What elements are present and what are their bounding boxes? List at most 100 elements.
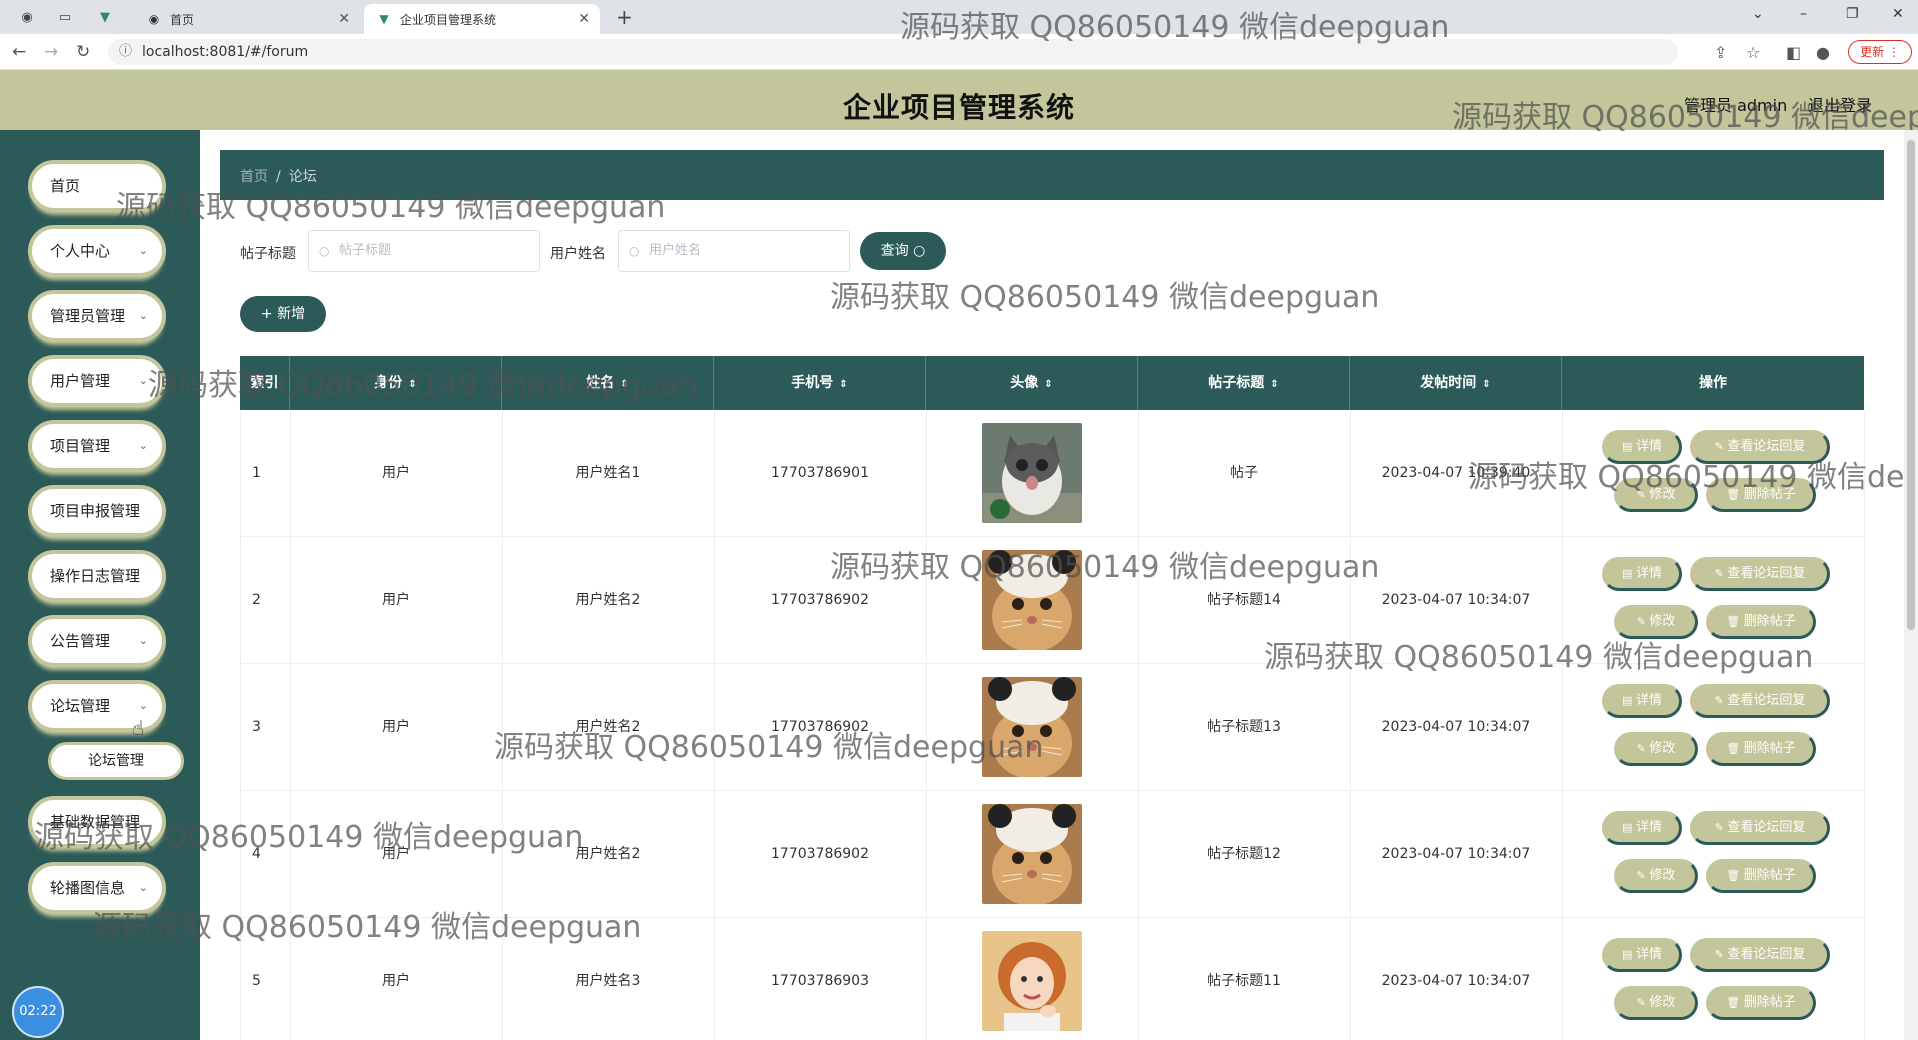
column-name[interactable]: 姓名 ⇕ [502, 356, 714, 410]
tab-list-icon[interactable]: ⌄ [1752, 6, 1764, 22]
clock-widget: 02:22 [12, 986, 64, 1038]
sidebar-item[interactable]: 项目申报管理 [28, 485, 166, 537]
logout-link[interactable]: 退出登录 [1808, 92, 1872, 116]
search-icon: ○ [913, 243, 926, 259]
view-replies-button[interactable]: ✎ 查看论坛回复 [1690, 430, 1830, 464]
sidebar-item[interactable]: 个人中心 ⌄ [28, 225, 166, 277]
share-icon[interactable]: ⇪ [1714, 43, 1727, 62]
delete-post-button[interactable]: 🗑 删除帖子 [1706, 986, 1816, 1020]
edit-icon: ✎ [1714, 694, 1728, 707]
side-panel-icon[interactable]: ◧ [1786, 43, 1801, 62]
profile-icon[interactable]: ● [1816, 43, 1830, 62]
edit-icon: ✎ [1714, 948, 1728, 961]
restore-icon[interactable]: ❐ [1846, 6, 1859, 22]
plus-icon: + [260, 306, 273, 322]
trash-icon: 🗑 [1726, 869, 1744, 882]
detail-button[interactable]: ▤ 详情 [1602, 684, 1682, 718]
edit-button[interactable]: ✎ 修改 [1614, 732, 1698, 766]
delete-post-button[interactable]: 🗑 删除帖子 [1706, 605, 1816, 639]
sort-icon: ⇕ [408, 379, 417, 390]
trash-icon: 🗑 [1726, 488, 1744, 501]
sidebar-item[interactable]: 基础数据管理 [28, 796, 166, 848]
chevron-down-icon: ⌄ [138, 244, 148, 257]
close-icon[interactable]: ✕ [578, 11, 590, 27]
scrollbar-thumb[interactable] [1907, 140, 1915, 630]
reload-icon[interactable]: ↻ [76, 42, 90, 62]
sidebar-item-label: 项目管理 [50, 437, 111, 455]
bookmark-star-icon[interactable]: ☆ [1746, 43, 1760, 62]
add-button[interactable]: + 新增 [240, 296, 326, 332]
breadcrumb-separator: / [276, 169, 281, 185]
breadcrumb-current: 论坛 [288, 169, 317, 185]
cell-phone: 17703786901 [771, 465, 869, 481]
detail-button[interactable]: ▤ 详情 [1602, 430, 1682, 464]
edit-button[interactable]: ✎ 修改 [1614, 478, 1698, 512]
chevron-down-icon: ⌄ [138, 439, 148, 452]
info-icon[interactable]: ⓘ [119, 39, 132, 65]
sidebar-item[interactable]: 轮播图信息 ⌄ [28, 862, 166, 914]
avatar[interactable] [982, 931, 1082, 1031]
sidebar-item[interactable]: 首页 [28, 160, 166, 212]
cell-index: 3 [252, 719, 261, 735]
column-phone[interactable]: 手机号 ⇕ [714, 356, 926, 410]
avatar[interactable] [982, 423, 1082, 523]
avatar[interactable] [982, 677, 1082, 777]
cell-role: 用户 [382, 973, 410, 989]
sidebar-item[interactable]: 管理员管理 ⌄ [28, 290, 166, 342]
sidebar-item[interactable]: 用户管理 ⌄ [28, 355, 166, 407]
avatar[interactable] [982, 804, 1082, 904]
sidebar-item[interactable]: 项目管理 ⌄ [28, 420, 166, 472]
avatar[interactable] [982, 550, 1082, 650]
column-post-time[interactable]: 发帖时间 ⇕ [1350, 356, 1562, 410]
cell-index: 2 [252, 592, 261, 608]
view-replies-button[interactable]: ✎ 查看论坛回复 [1690, 811, 1830, 845]
delete-post-button[interactable]: 🗑 删除帖子 [1706, 732, 1816, 766]
minimize-icon[interactable]: – [1800, 6, 1807, 22]
vue-icon[interactable]: ▼ [96, 8, 114, 26]
delete-post-button[interactable]: 🗑 删除帖子 [1706, 478, 1816, 512]
detail-button[interactable]: ▤ 详情 [1602, 811, 1682, 845]
column-avatar[interactable]: 头像 ⇕ [926, 356, 1138, 410]
new-tab-icon[interactable]: + [616, 5, 633, 29]
back-icon[interactable]: ← [12, 42, 26, 62]
edit-button[interactable]: ✎ 修改 [1614, 605, 1698, 639]
user-name-placeholder: 用户姓名 [649, 243, 702, 258]
table-gridline [1562, 410, 1563, 1040]
edit-button[interactable]: ✎ 修改 [1614, 859, 1698, 893]
globe-icon: ◉ [148, 12, 160, 26]
column-post-title[interactable]: 帖子标题 ⇕ [1138, 356, 1350, 410]
detail-button[interactable]: ▤ 详情 [1602, 938, 1682, 972]
view-replies-button[interactable]: ✎ 查看论坛回复 [1690, 684, 1830, 718]
breadcrumb-home[interactable]: 首页 [240, 169, 268, 185]
forward-icon[interactable]: → [44, 42, 58, 62]
table-gridline [502, 410, 503, 1040]
sidebar-item[interactable]: 公告管理 ⌄ [28, 615, 166, 667]
update-button[interactable]: 更新 ⋮ [1848, 40, 1912, 64]
chrome-icon[interactable]: ◉ [18, 8, 36, 26]
post-title-input[interactable]: ○ 帖子标题 [308, 230, 540, 272]
edit-icon: ✎ [1714, 567, 1728, 580]
close-icon[interactable]: ✕ [338, 11, 350, 27]
user-name-input[interactable]: ○ 用户姓名 [618, 230, 850, 272]
blank-tab-icon[interactable]: ▭ [56, 8, 74, 26]
column-role[interactable]: 身份 ⇕ [290, 356, 502, 410]
sidebar-subitem-forum[interactable]: 论坛管理 [48, 742, 184, 780]
tab-home[interactable]: ◉ 首页 ✕ [134, 4, 360, 34]
sidebar-item[interactable]: 操作日志管理 [28, 550, 166, 602]
tab-current[interactable]: ▼ 企业项目管理系统 ✕ [364, 4, 600, 34]
tab-label: 首页 [170, 12, 195, 27]
sidebar-item[interactable]: 论坛管理 ⌄ [28, 680, 166, 732]
detail-button[interactable]: ▤ 详情 [1602, 557, 1682, 591]
delete-post-button[interactable]: 🗑 删除帖子 [1706, 859, 1816, 893]
cell-phone: 17703786903 [771, 973, 869, 989]
cell-post-time: 2023-04-07 10:39:40 [1381, 465, 1531, 481]
sidebar-item-label: 公告管理 [50, 632, 111, 650]
edit-icon: ✎ [1636, 869, 1650, 882]
window-close-icon[interactable]: ✕ [1892, 6, 1904, 22]
query-button[interactable]: 查询 ○ [860, 232, 946, 270]
cell-name: 用户姓名2 [575, 719, 641, 735]
view-replies-button[interactable]: ✎ 查看论坛回复 [1690, 557, 1830, 591]
url-field[interactable]: ⓘ localhost:8081/#/forum [108, 39, 1678, 65]
edit-button[interactable]: ✎ 修改 [1614, 986, 1698, 1020]
view-replies-button[interactable]: ✎ 查看论坛回复 [1690, 938, 1830, 972]
